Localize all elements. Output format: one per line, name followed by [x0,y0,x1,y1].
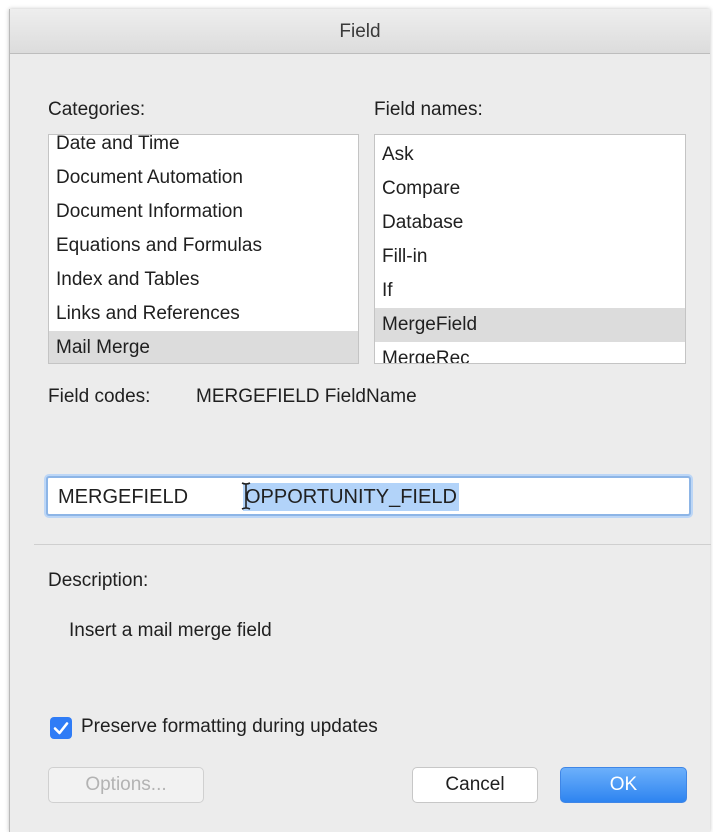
cancel-button[interactable]: Cancel [412,767,538,803]
checkmark-icon [53,722,69,735]
field-name-item[interactable]: If [375,274,685,308]
field-codes-label: Field codes: [48,386,151,407]
field-code-prefix: MERGEFIELD [58,486,189,508]
description-label: Description: [48,570,149,591]
description-text: Insert a mail merge field [69,620,272,641]
field-name-item-selected[interactable]: MergeField [375,308,685,342]
field-codes-syntax: MERGEFIELD FieldName [196,386,417,407]
dialog-title: Field [339,21,381,42]
description-box: Insert a mail merge field [49,609,689,709]
category-item[interactable]: Links and References [49,297,358,331]
field-name-item[interactable]: Compare [375,172,685,206]
title-bar[interactable]: Field [10,9,710,54]
field-name-item[interactable]: Fill-in [375,240,685,274]
field-name-item[interactable]: Database [375,206,685,240]
preserve-formatting-label[interactable]: Preserve formatting during updates [81,716,378,738]
categories-label: Categories: [48,99,146,120]
field-names-list[interactable]: Ask Compare Database Fill-in If MergeFie… [374,134,686,364]
category-item[interactable]: Date and Time [49,135,358,161]
category-item[interactable]: Document Information [49,195,358,229]
ok-button[interactable]: OK [560,767,687,803]
category-item[interactable]: Document Automation [49,161,358,195]
preserve-formatting-checkbox[interactable] [50,717,72,739]
categories-list[interactable]: Date and Time Document Automation Docume… [48,134,359,364]
category-item[interactable]: Index and Tables [49,263,358,297]
field-code-input[interactable]: MERGEFIELD OPPORTUNITY_FIELD [46,476,691,516]
category-item[interactable]: Equations and Formulas [49,229,358,263]
field-name-item[interactable]: MergeRec [375,342,685,363]
field-code-selected-text: OPPORTUNITY_FIELD [243,483,459,511]
options-button[interactable]: Options... [48,767,204,803]
field-names-label: Field names: [374,99,483,120]
category-item-selected[interactable]: Mail Merge [49,331,358,363]
section-divider [34,544,711,545]
field-dialog: Field Categories: Field names: Date and … [9,9,711,832]
field-name-item[interactable]: Ask [375,138,685,172]
text-cursor-icon [241,482,251,510]
